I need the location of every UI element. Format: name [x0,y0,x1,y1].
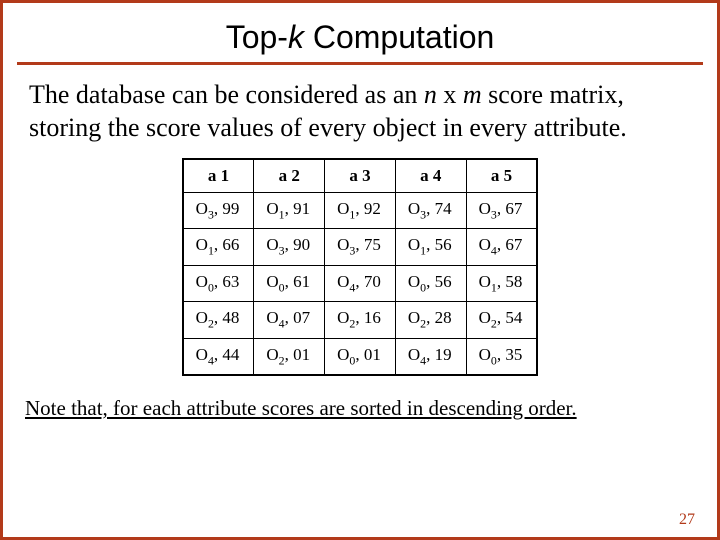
col-header: a 1 [183,159,254,193]
table-container: a 1 a 2 a 3 a 4 a 5 O3, 99 O1, 91 O1, 92… [23,158,697,376]
body-paragraph: The database can be considered as an n x… [29,79,693,144]
table-cell: O3, 75 [325,229,396,265]
table-header-row: a 1 a 2 a 3 a 4 a 5 [183,159,538,193]
col-header: a 5 [466,159,537,193]
para-seg-1: The database can be considered as an [29,80,424,109]
title-k: k [288,19,304,55]
table-row: O0, 63 O0, 61 O4, 70 O0, 56 O1, 58 [183,265,538,301]
table-row: O1, 66 O3, 90 O3, 75 O1, 56 O4, 67 [183,229,538,265]
para-m: m [463,80,482,109]
table-cell: O2, 16 [325,302,396,338]
score-matrix-table: a 1 a 2 a 3 a 4 a 5 O3, 99 O1, 91 O1, 92… [182,158,539,376]
table-cell: O1, 58 [466,265,537,301]
table-cell: O2, 28 [395,302,466,338]
table-cell: O0, 35 [466,338,537,375]
table-cell: O1, 66 [183,229,254,265]
table-row: O2, 48 O4, 07 O2, 16 O2, 28 O2, 54 [183,302,538,338]
para-n: n [424,80,437,109]
table-cell: O2, 01 [254,338,325,375]
slide-title: Top-k Computation [23,19,697,56]
table-cell: O1, 56 [395,229,466,265]
slide-frame: Top-k Computation The database can be co… [0,0,720,540]
table-cell: O2, 54 [466,302,537,338]
title-post: Computation [304,19,494,55]
table-cell: O0, 01 [325,338,396,375]
table-cell: O1, 91 [254,193,325,229]
table-cell: O3, 99 [183,193,254,229]
table-cell: O4, 07 [254,302,325,338]
para-seg-2: x [437,80,463,109]
title-pre: Top- [226,19,288,55]
col-header: a 2 [254,159,325,193]
table-cell: O2, 48 [183,302,254,338]
col-header: a 3 [325,159,396,193]
table-cell: O4, 67 [466,229,537,265]
table-cell: O0, 61 [254,265,325,301]
title-divider [17,62,703,65]
page-number: 27 [679,511,695,529]
table-cell: O4, 44 [183,338,254,375]
table-cell: O3, 90 [254,229,325,265]
table-cell: O3, 74 [395,193,466,229]
table-cell: O4, 70 [325,265,396,301]
col-header: a 4 [395,159,466,193]
table-cell: O1, 92 [325,193,396,229]
table-row: O4, 44 O2, 01 O0, 01 O4, 19 O0, 35 [183,338,538,375]
table-cell: O0, 63 [183,265,254,301]
table-cell: O0, 56 [395,265,466,301]
footnote: Note that, for each attribute scores are… [25,396,695,421]
table-cell: O3, 67 [466,193,537,229]
table-cell: O4, 19 [395,338,466,375]
table-row: O3, 99 O1, 91 O1, 92 O3, 74 O3, 67 [183,193,538,229]
